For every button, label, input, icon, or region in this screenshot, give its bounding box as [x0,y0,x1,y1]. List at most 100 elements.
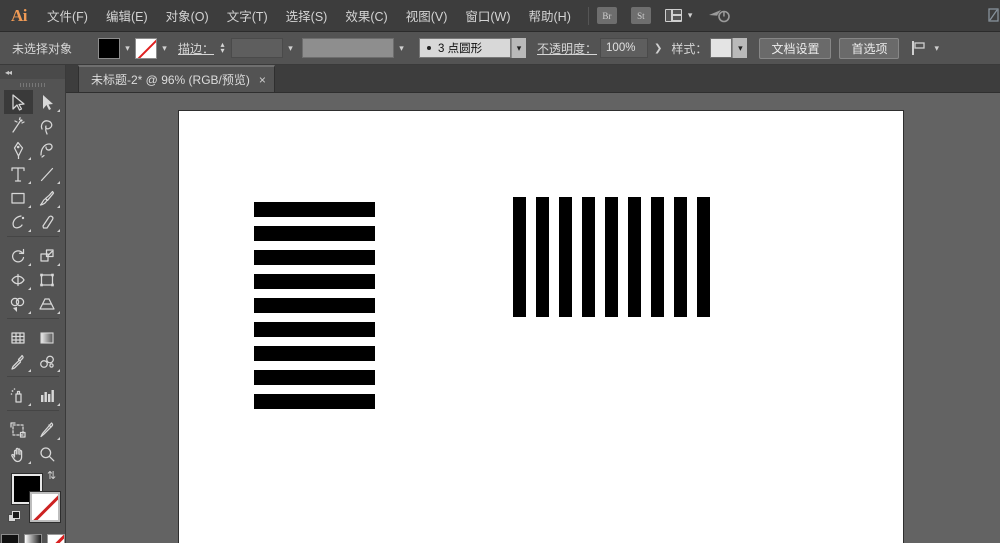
free-transform-tool[interactable] [33,268,62,292]
bridge-icon[interactable]: Br [597,7,617,24]
tool-flyout-indicator [28,263,31,266]
gradient-tool-icon [38,329,56,347]
tools-panel-collapse-button[interactable]: ◂◂ [0,65,65,79]
menu-edit[interactable]: 编辑(E) [97,0,157,32]
stripe-rectangle[interactable] [651,197,664,317]
opacity-options-arrow-icon[interactable]: ❯ [654,43,662,54]
stroke-profile-input[interactable] [302,38,394,58]
stock-icon[interactable]: St [631,7,651,24]
menu-bar: Ai 文件(F)编辑(E)对象(O)文字(T)选择(S)效果(C)视图(V)窗口… [0,0,1000,32]
gradient-tool[interactable] [33,326,62,350]
fill-swatch[interactable] [98,38,120,59]
workspace-switcher[interactable]: ▾ [665,9,693,22]
menu-object[interactable]: 对象(O) [157,0,218,32]
tool-flyout-indicator [28,311,31,314]
stripe-rectangle[interactable] [697,197,710,317]
symbol-sprayer-tool[interactable] [4,384,33,408]
menu-type[interactable]: 文字(T) [218,0,277,32]
document-tab-title: 未标题-2* @ 96% (RGB/预览) [91,71,250,88]
shaper-tool[interactable] [4,210,33,234]
stroke-dropdown-chevron-icon[interactable]: ▾ [157,38,172,59]
pen-tool[interactable] [4,138,33,162]
stripe-rectangle[interactable] [254,298,375,313]
menu-file[interactable]: 文件(F) [38,0,97,32]
align-to-dropdown[interactable]: ▾ [911,40,939,56]
stroke-swatch[interactable] [135,38,157,59]
stripe-rectangle[interactable] [605,197,618,317]
menu-view[interactable]: 视图(V) [397,0,457,32]
stripe-rectangle[interactable] [513,197,526,317]
stripe-rectangle[interactable] [559,197,572,317]
close-icon[interactable]: × [259,73,266,87]
direct-selection-tool[interactable] [33,90,62,114]
none-swatch-button[interactable] [47,534,65,543]
menu-select[interactable]: 选择(S) [277,0,337,32]
width-tool[interactable] [4,268,33,292]
canvas-area[interactable] [66,93,1000,543]
default-fill-stroke-icon[interactable] [8,511,21,524]
paintbrush-tool-icon [38,189,56,207]
blend-tool-icon [38,353,56,371]
document-setup-button[interactable]: 文档设置 [759,38,831,59]
rectangle-tool[interactable] [4,186,33,210]
paintbrush-tool[interactable] [33,186,62,210]
stripe-rectangle[interactable] [674,197,687,317]
brush-chevron-icon[interactable]: ▾ [511,38,526,58]
stripe-rectangle[interactable] [254,250,375,265]
brush-definition-dropdown[interactable]: 3 点圆形 ▾ [419,38,526,58]
stroke-weight-chevron-icon[interactable]: ▾ [283,38,298,59]
hand-tool[interactable] [4,442,33,466]
magic-wand-tool[interactable] [4,114,33,138]
fill-dropdown-chevron-icon[interactable]: ▾ [120,38,135,59]
gradient-swatch-button[interactable] [24,534,42,543]
menu-effect[interactable]: 效果(C) [336,0,396,32]
line-segment-tool[interactable] [33,162,62,186]
stripe-rectangle[interactable] [254,274,375,289]
style-chevron-icon[interactable]: ▾ [732,38,747,58]
stripe-rectangle[interactable] [254,322,375,337]
stripe-rectangle[interactable] [536,197,549,317]
stroke-color-swatch[interactable] [30,492,60,522]
blend-tool[interactable] [33,350,62,374]
mesh-tool[interactable] [4,326,33,350]
eraser-tool[interactable] [33,210,62,234]
graphic-style-swatch[interactable] [710,38,732,58]
stroke-weight-input[interactable] [231,38,283,58]
type-tool[interactable] [4,162,33,186]
lasso-tool[interactable] [33,114,62,138]
stroke-weight-stepper[interactable]: ▴▾ [217,38,228,58]
document-tab[interactable]: 未标题-2* @ 96% (RGB/预览) × [78,65,275,92]
stripe-rectangle[interactable] [254,346,375,361]
stripe-rectangle[interactable] [254,226,375,241]
eyedropper-tool[interactable] [4,350,33,374]
menu-window[interactable]: 窗口(W) [456,0,519,32]
column-graph-tool[interactable] [33,384,62,408]
swap-fill-stroke-icon[interactable]: ⇅ [47,470,60,483]
tool-group-divider [7,318,59,324]
stripe-rectangle[interactable] [254,370,375,385]
artboard[interactable] [178,110,904,543]
stripe-rectangle[interactable] [582,197,595,317]
perspective-grid-tool[interactable] [33,292,62,316]
curvature-tool[interactable] [33,138,62,162]
stroke-profile-chevron-icon[interactable]: ▾ [394,38,409,59]
direct-selection-tool-icon [38,93,56,111]
zoom-tool[interactable] [33,442,62,466]
rotate-tool[interactable] [4,244,33,268]
stripe-rectangle[interactable] [254,394,375,409]
menu-help[interactable]: 帮助(H) [520,0,580,32]
tool-flyout-indicator [57,181,60,184]
stripe-rectangle[interactable] [254,202,375,217]
scale-tool[interactable] [33,244,62,268]
opacity-input[interactable]: 100% [600,38,648,58]
overflow-panel-icon[interactable] [988,6,1000,26]
stripe-rectangle[interactable] [628,197,641,317]
slice-tool[interactable] [33,418,62,442]
preferences-button[interactable]: 首选项 [839,38,899,59]
shape-builder-tool[interactable] [4,292,33,316]
selection-tool[interactable] [4,90,33,114]
artboard-tool[interactable] [4,418,33,442]
tools-panel-grip[interactable] [0,79,65,90]
color-swatch-button[interactable] [1,534,19,543]
search-adobe-stock-icon[interactable] [708,8,730,24]
